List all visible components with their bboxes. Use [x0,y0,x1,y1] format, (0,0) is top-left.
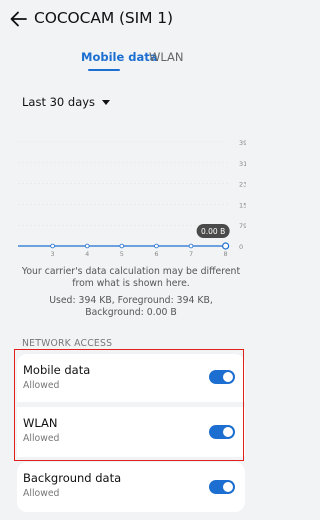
data-point [188,243,194,249]
x-tick-label: 5 [120,250,124,258]
section-heading: NETWORK ACCESS [22,338,113,349]
tab-wlan[interactable]: WLAN [149,50,184,64]
tab-mobile-data[interactable]: Mobile data [81,50,158,64]
mobile-data-label: Mobile data [23,363,91,377]
toggle-knob [223,372,233,382]
selected-point [222,242,230,250]
period-label: Last 30 days [22,95,96,109]
background-data-label: Background data [23,471,122,485]
background-data-status: Allowed [23,488,60,499]
mobile-data-toggle[interactable] [209,370,235,384]
x-tick-label: 7 [189,250,193,258]
x-tick-label: 4 [85,250,89,258]
x-tick-label: 6 [154,250,158,258]
toggle-knob [223,482,233,492]
tab-bar: Mobile data WLAN [0,46,246,71]
y-tick-label: 0 [239,243,243,251]
y-tick-label: 316 [239,160,246,168]
data-point [50,243,55,249]
arrow-left-icon[interactable] [8,8,30,30]
wlan-toggle[interactable] [209,425,235,439]
tooltip-label: 0.00 B [201,227,225,236]
usage-summary: Used: 394 KB, Foreground: 394 KB, Backgr… [49,295,213,318]
mobile-data-row[interactable]: Mobile data Allowed [17,354,245,402]
data-point [119,243,125,249]
page-title: COCOCAM (SIM 1) [34,9,173,27]
y-tick-label: 79 [239,222,246,230]
period-selector[interactable]: Last 30 days [22,95,111,109]
y-tick-label: 394 [239,139,246,147]
tab-selected-indicator [88,69,120,71]
wlan-row[interactable]: WLAN Allowed [17,407,245,457]
usage-chart: 394 316 237 158 79 0 3 4 5 6 7 8 0.00 B [18,139,246,258]
background-data-row[interactable]: Background data Allowed [17,462,245,512]
mobile-data-status: Allowed [23,380,60,391]
toggle-knob [223,427,233,437]
wlan-status: Allowed [23,433,60,444]
background-data-toggle[interactable] [209,480,235,494]
header: COCOCAM (SIM 1) [0,0,246,40]
data-point [84,243,90,249]
wlan-label: WLAN [23,416,58,430]
data-point [154,243,159,249]
y-tick-label: 237 [239,181,246,189]
x-tick-label: 3 [51,250,55,258]
carrier-note: Your carrier's data calculation may be d… [21,266,241,289]
x-tick-label: 8 [224,250,228,258]
caret-down-icon [102,99,111,105]
y-tick-label: 158 [239,201,246,209]
